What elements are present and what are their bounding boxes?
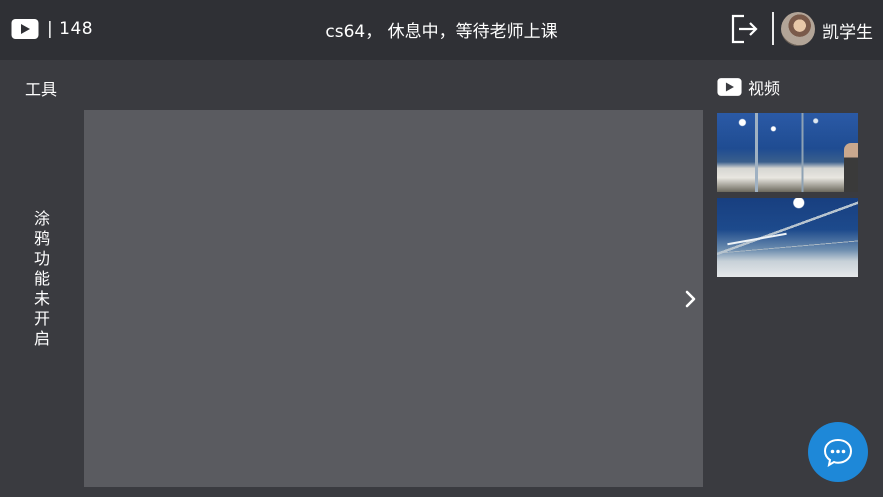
video-panel-header: 视频 <box>717 75 780 99</box>
camera-icon <box>717 78 742 96</box>
whiteboard-area[interactable] <box>84 110 703 487</box>
tools-heading: 工具 <box>25 80 58 99</box>
video-heading: 视频 <box>748 79 781 98</box>
ceiling-light-streak <box>727 232 787 246</box>
person-in-frame <box>844 143 858 192</box>
chat-bubble-icon <box>823 438 853 467</box>
video-feed-1[interactable] <box>717 113 858 192</box>
topbar-divider <box>772 12 774 45</box>
username: 凯学生 <box>822 23 873 43</box>
avatar[interactable] <box>781 12 815 46</box>
exit-icon[interactable] <box>730 14 758 44</box>
chat-button[interactable] <box>808 422 868 482</box>
video-feed-2[interactable] <box>717 198 858 277</box>
chevron-right-icon[interactable] <box>683 289 699 309</box>
doodle-disabled-notice: 涂鸦功能未开启 <box>33 209 50 348</box>
top-bar: | 148 cs64， 休息中，等待老师上课 凯学生 <box>0 0 883 60</box>
